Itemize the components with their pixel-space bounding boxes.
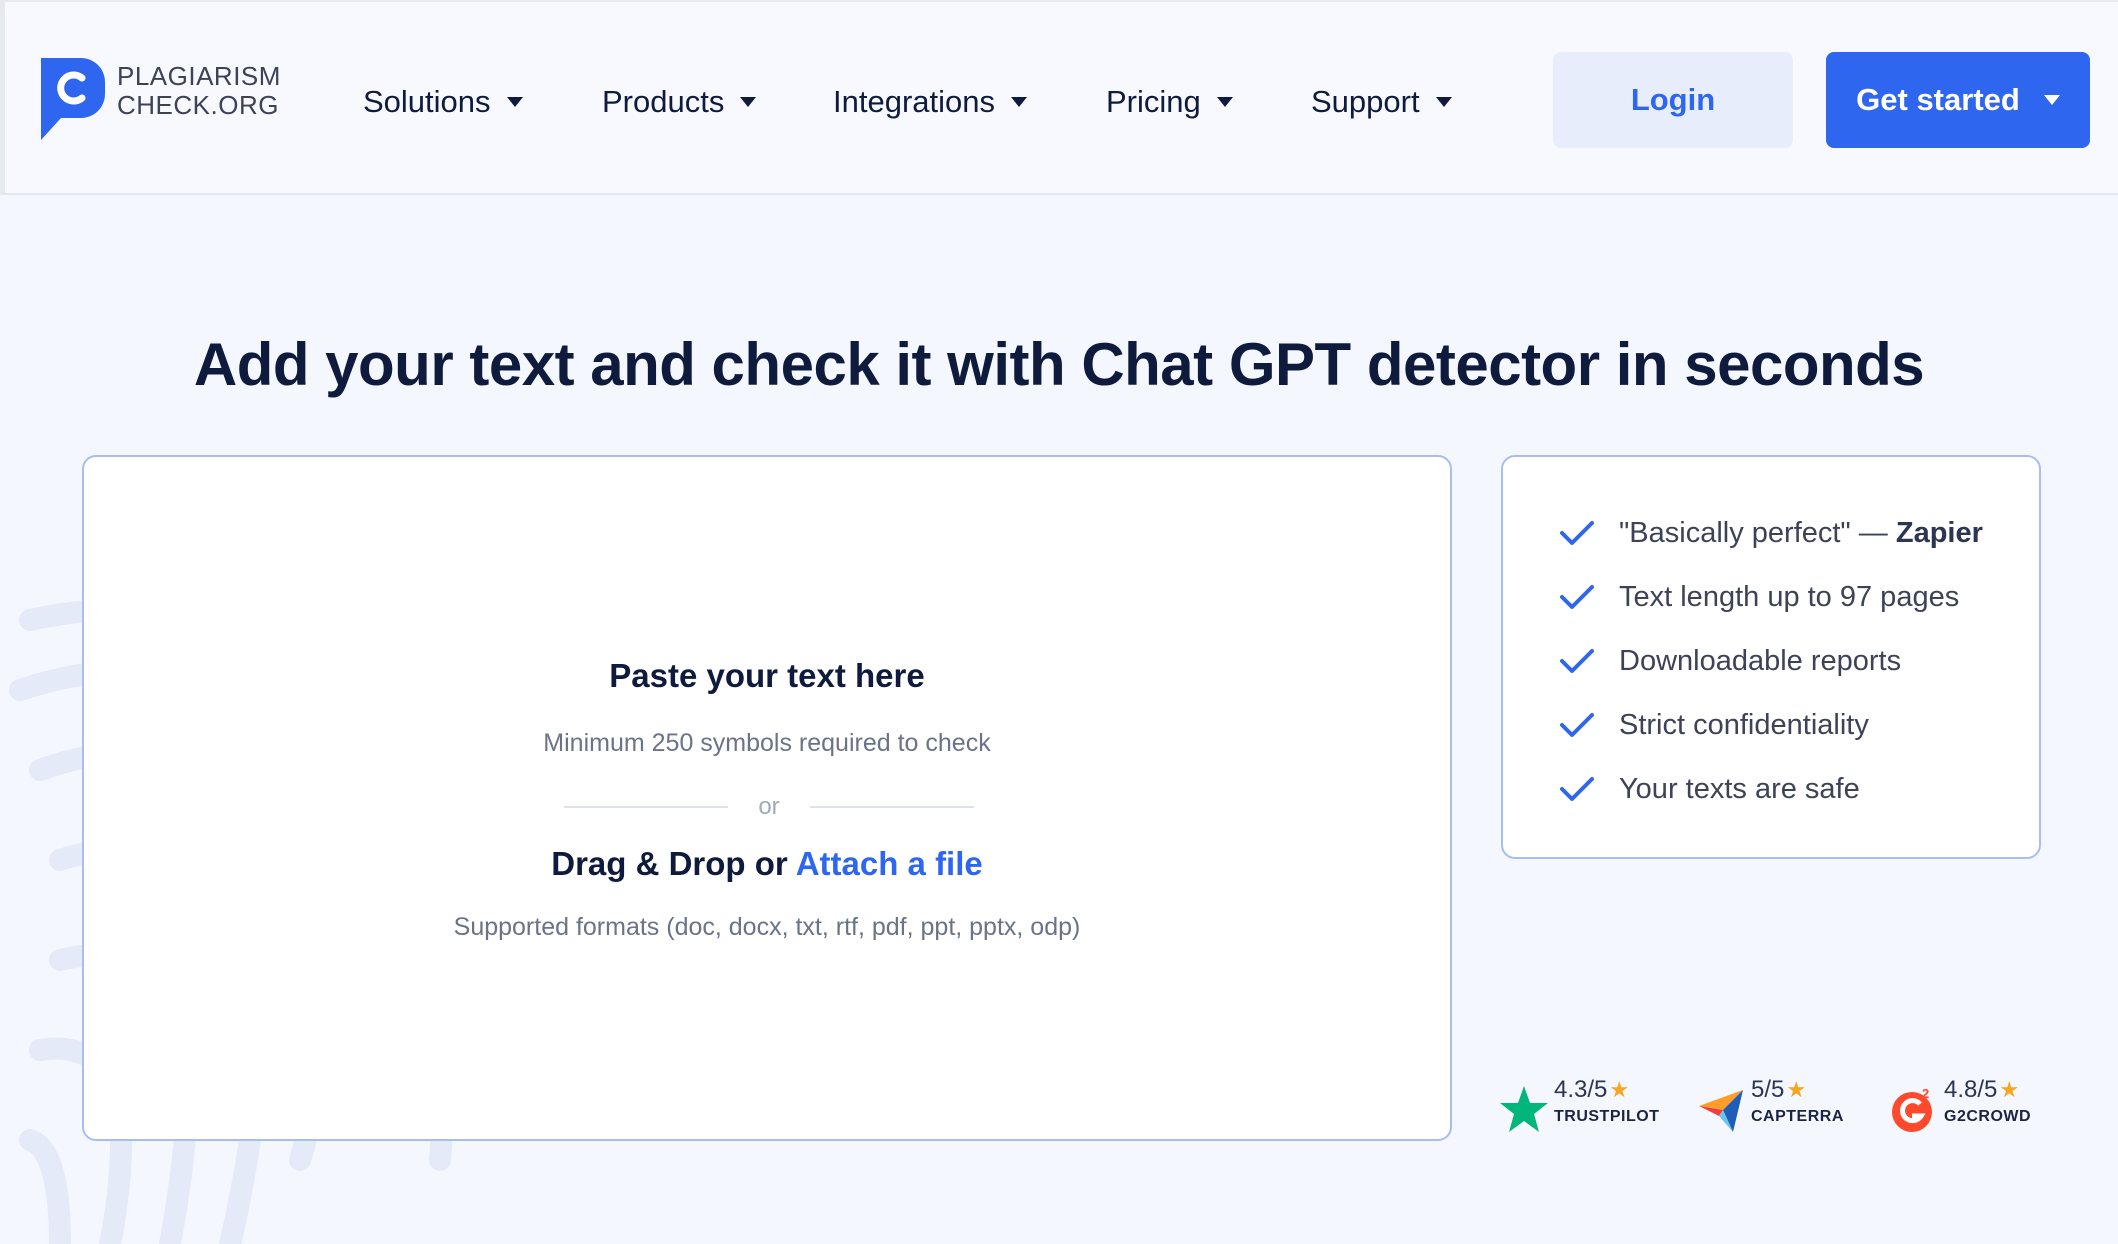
rating-score: 4.3/5 ★ (1554, 1076, 1659, 1104)
attach-file-link[interactable]: Attach a file (796, 845, 983, 882)
feature-text: Strict confidentiality (1619, 708, 1869, 741)
logo-line2: CHECK.ORG (117, 90, 279, 120)
nav-support[interactable]: Support (1311, 80, 1452, 124)
rating-g2crowd-text: 4.8/5 ★ G2CROWD (1944, 1076, 2031, 1126)
rating-source-name: G2CROWD (1944, 1108, 2032, 1125)
feature-text: Your texts are safe (1619, 772, 1860, 805)
g2-icon: 2 (1892, 1086, 1932, 1132)
get-started-button-label: Get started (1856, 82, 2020, 117)
caret-down-icon (740, 97, 757, 107)
site-header: PLAGIARISM CHECK.ORG Solutions Products … (0, 0, 2118, 195)
get-started-button[interactable]: Get started (1826, 52, 2090, 148)
nav-products[interactable]: Products (602, 80, 757, 124)
features-card: "Basically perfect" — Zapier Text length… (1501, 455, 2041, 859)
nav-integrations-label: Integrations (833, 84, 995, 119)
checkmark-icon (1560, 713, 1594, 737)
nav-integrations[interactable]: Integrations (833, 80, 1027, 124)
star-icon: ★ (1609, 1077, 1630, 1102)
rating-score-value: 4.3/5 (1554, 1076, 1608, 1103)
rating-score-value: 4.8/5 (1944, 1076, 1998, 1103)
rating-score: 4.8/5 ★ (1944, 1076, 2031, 1104)
login-button[interactable]: Login (1553, 52, 1793, 148)
feature-item: Your texts are safe (1559, 767, 1860, 811)
rating-score: 5/5 ★ (1751, 1076, 1844, 1104)
rating-capterra[interactable]: 5/5 ★ CAPTERRA (1697, 1076, 1844, 1134)
logo-text: PLAGIARISM CHECK.ORG (117, 62, 281, 120)
rating-source-name: CAPTERRA (1751, 1108, 1844, 1125)
rating-score-value: 5/5 (1751, 1076, 1785, 1103)
feature-item: Downloadable reports (1559, 639, 1901, 683)
caret-down-icon (506, 97, 523, 107)
trustpilot-star-icon (1500, 1086, 1548, 1132)
rating-trustpilot-text: 4.3/5 ★ TRUSTPILOT (1554, 1076, 1659, 1126)
feature-item: Text length up to 97 pages (1559, 575, 1959, 619)
nav-products-label: Products (602, 84, 725, 119)
rating-g2crowd[interactable]: 2 4.8/5 ★ G2CROWD (1890, 1076, 2031, 1134)
capterra-icon (1699, 1090, 1743, 1132)
checkmark-icon (1560, 521, 1594, 545)
supported-formats-hint: Supported formats (doc, docx, txt, rtf, … (453, 913, 1081, 941)
page-title: Add your text and check it with Chat GPT… (193, 331, 1925, 398)
caret-down-icon (1011, 97, 1027, 107)
minimum-symbols-hint: Minimum 250 symbols required to check (543, 729, 991, 757)
drag-drop-row: Drag & Drop or Attach a file (84, 845, 1450, 883)
feature-item: Strict confidentiality (1559, 703, 1869, 747)
checkmark-icon (1560, 777, 1594, 801)
page: PLAGIARISM CHECK.ORG Solutions Products … (0, 0, 2118, 1244)
feature-text: Downloadable reports (1619, 644, 1902, 677)
feature-quote: "Basically perfect" — (1619, 516, 1896, 549)
logo-mark-icon (41, 58, 105, 140)
caret-down-icon (1435, 97, 1452, 107)
caret-down-icon (1216, 97, 1233, 107)
drag-drop-label: Drag & Drop or (551, 845, 788, 882)
rating-source-name: TRUSTPILOT (1554, 1108, 1660, 1125)
nav-support-label: Support (1311, 84, 1420, 119)
star-icon: ★ (1786, 1077, 1807, 1102)
feature-text: "Basically perfect" — Zapier (1619, 517, 1983, 550)
rating-capterra-text: 5/5 ★ CAPTERRA (1751, 1076, 1844, 1126)
star-icon: ★ (1999, 1077, 2020, 1102)
paste-text-heading: Paste your text here (609, 657, 925, 694)
feature-text: Text length up to 97 pages (1619, 580, 1960, 613)
nav-solutions[interactable]: Solutions (363, 80, 523, 124)
checkmark-icon (1560, 585, 1594, 609)
checkmark-icon (1560, 649, 1594, 673)
feature-quote-source: Zapier (1895, 516, 1983, 549)
login-button-label: Login (1630, 82, 1716, 117)
or-divider: or (564, 787, 974, 827)
nav-pricing[interactable]: Pricing (1106, 80, 1233, 124)
rating-trustpilot[interactable]: 4.3/5 ★ TRUSTPILOT (1500, 1076, 1659, 1134)
feature-item: "Basically perfect" — Zapier (1559, 511, 1983, 555)
caret-down-icon (2043, 95, 2060, 105)
logo-line1: PLAGIARISM (117, 61, 281, 91)
nav-solutions-label: Solutions (363, 84, 491, 119)
text-input-dropzone[interactable]: Paste your text here Minimum 250 symbols… (82, 455, 1452, 1141)
plagiarismcheck-logo[interactable]: PLAGIARISM CHECK.ORG (41, 58, 281, 140)
nav-pricing-label: Pricing (1106, 84, 1201, 119)
svg-text:2: 2 (1922, 1086, 1929, 1101)
divider-line (810, 806, 974, 808)
